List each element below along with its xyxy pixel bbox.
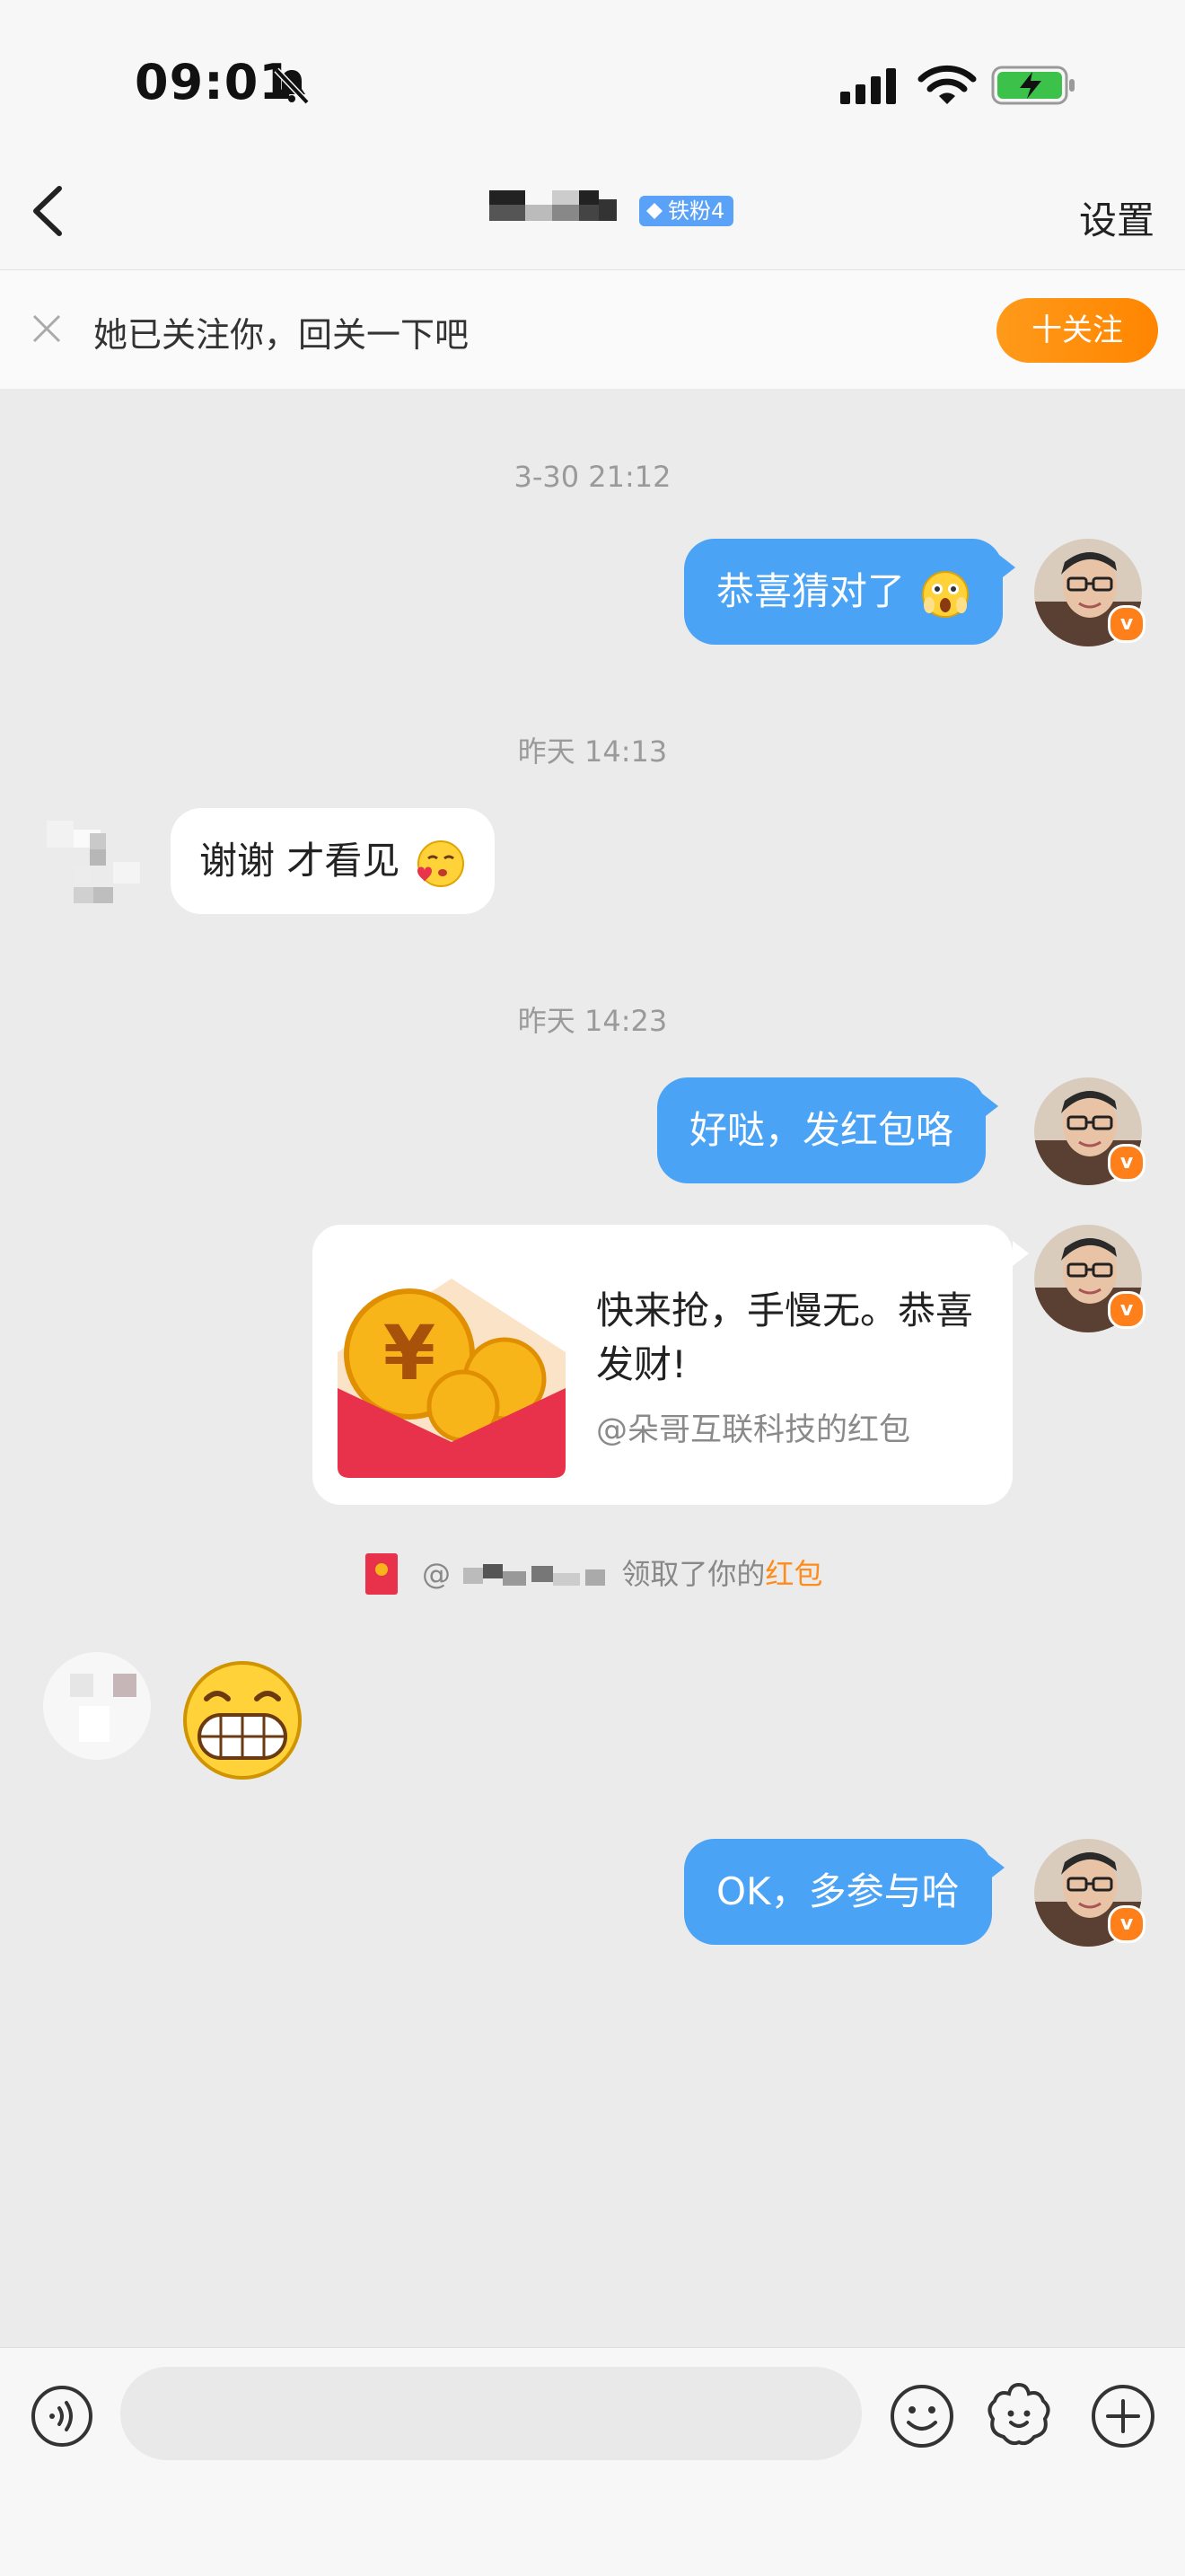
message-timestamp: 昨天 14:13: [517, 734, 668, 769]
red-packet-card[interactable]: ¥ 快来抢，手慢无。恭喜发财! @朵哥互联科技的红包: [312, 1225, 1013, 1505]
signal-icon: [840, 68, 896, 104]
shocked-emoji-icon: [922, 570, 970, 618]
follow-button[interactable]: 十关注: [996, 298, 1158, 363]
my-avatar[interactable]: v: [1034, 1839, 1146, 1947]
message-text: 恭喜猜对了: [716, 569, 906, 613]
message-bubble-outgoing[interactable]: OK，多参与哈: [684, 1839, 1005, 1945]
status-time: 09:01: [135, 54, 294, 110]
claim-text: 领取了你的: [621, 1557, 766, 1591]
follow-hint-text: 她已关注你，回关一下吧: [93, 315, 470, 355]
grin-emoji-sticker[interactable]: [180, 1657, 305, 1783]
verified-badge-icon: v: [1108, 1905, 1146, 1943]
verified-badge-icon: v: [1108, 1144, 1146, 1182]
sticker-icon[interactable]: [984, 2379, 1054, 2449]
settings-button[interactable]: 设置: [1079, 190, 1154, 245]
red-envelope-small-icon: [365, 1553, 398, 1595]
red-packet-claim-notice: @ 领取了你的红包: [422, 1552, 822, 1593]
wifi-icon: [917, 65, 977, 104]
bubble-tail: [1013, 1241, 1029, 1266]
verified-badge-icon: v: [1108, 605, 1146, 643]
message-bubble-outgoing[interactable]: 恭喜猜对了: [684, 539, 1016, 645]
red-packet-title: 快来抢，手慢无。恭喜发财!: [596, 1288, 974, 1386]
red-envelope-icon: ¥: [338, 1279, 566, 1478]
verified-badge-icon: v: [1108, 1291, 1146, 1329]
contact-name-mosaic: [489, 190, 617, 221]
plus-icon[interactable]: [1090, 2383, 1156, 2449]
claimer-name-mosaic: [463, 1564, 606, 1586]
message-text: OK，多参与哈: [716, 1869, 960, 1913]
fan-level-badge: 铁粉4: [639, 196, 734, 226]
my-avatar[interactable]: v: [1034, 539, 1146, 646]
red-packet-sender: @朵哥互联科技的红包: [596, 1412, 911, 1448]
close-icon[interactable]: [27, 309, 66, 348]
message-timestamp: 3-30 21:12: [514, 460, 672, 494]
battery-charging-icon: [991, 66, 1075, 105]
fan-badge-label: 铁粉4: [668, 198, 725, 224]
emoji-icon[interactable]: [889, 2383, 955, 2449]
back-icon[interactable]: [25, 180, 70, 242]
voice-icon[interactable]: [31, 2385, 93, 2448]
my-avatar[interactable]: v: [1034, 1225, 1146, 1332]
message-bubble-incoming[interactable]: 谢谢 才看见: [171, 808, 495, 914]
message-text: 好哒，发红包咯: [689, 1108, 954, 1152]
kiss-emoji-icon: [417, 840, 464, 887]
message-input[interactable]: [120, 2367, 862, 2460]
message-text: 谢谢 才看见: [199, 839, 400, 883]
contact-avatar[interactable]: [34, 808, 154, 916]
message-timestamp: 昨天 14:23: [517, 1004, 668, 1038]
my-avatar[interactable]: v: [1034, 1077, 1146, 1185]
claim-prefix: @: [422, 1557, 451, 1591]
message-bubble-outgoing[interactable]: 好哒，发红包咯: [657, 1077, 999, 1183]
diamond-icon: [646, 203, 663, 219]
bell-muted-icon: [274, 67, 310, 105]
svg-text:¥: ¥: [383, 1309, 435, 1397]
red-packet-link[interactable]: 红包: [765, 1557, 822, 1591]
contact-avatar[interactable]: [43, 1652, 151, 1760]
